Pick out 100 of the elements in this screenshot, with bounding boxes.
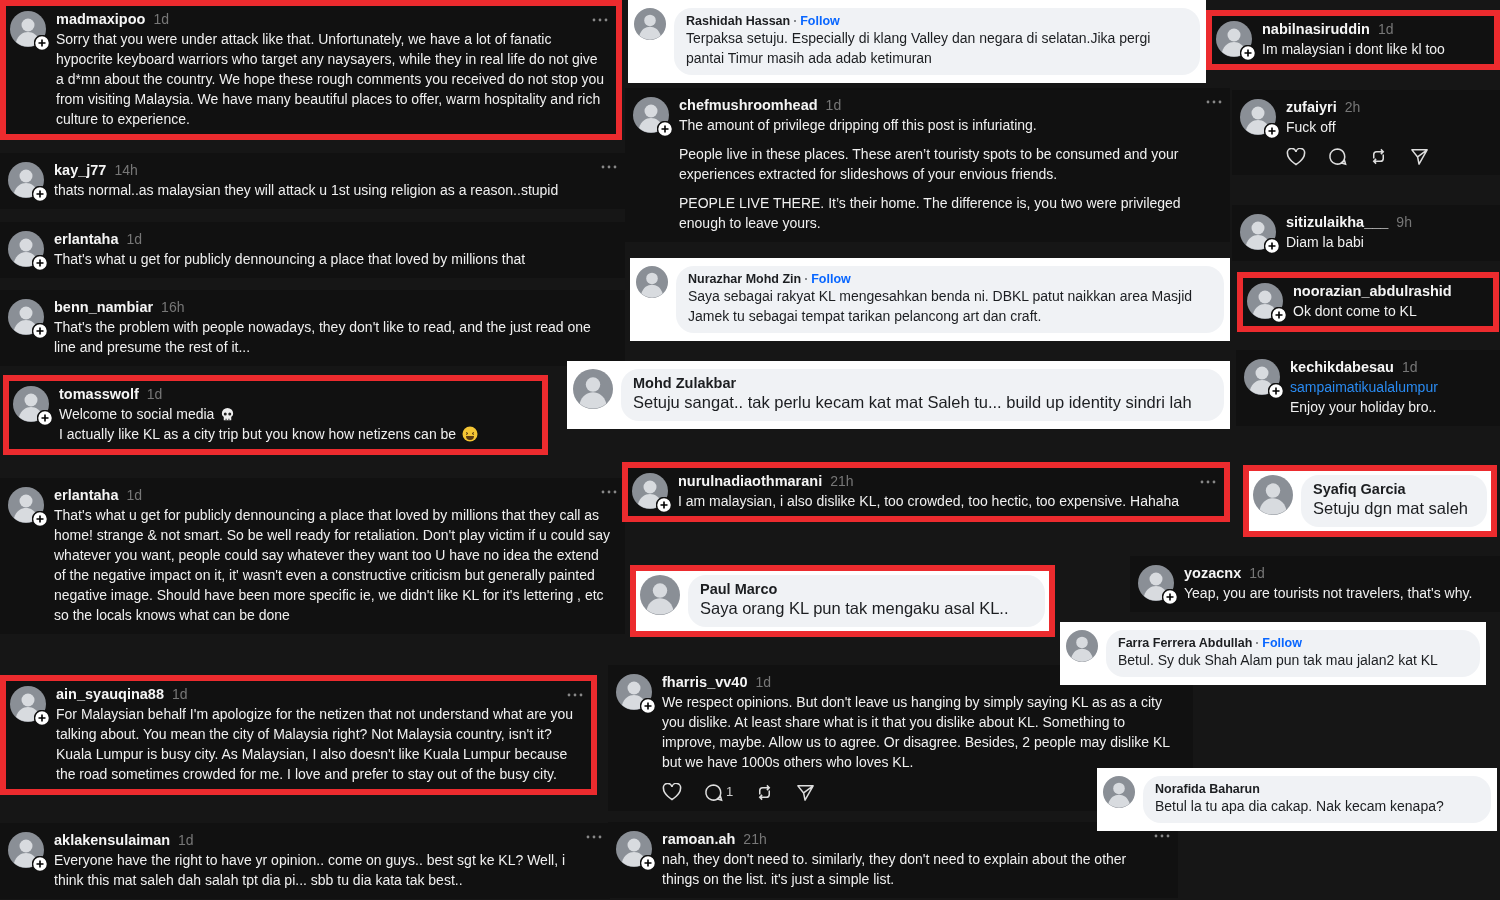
plus-icon[interactable] <box>32 856 48 872</box>
follow-link[interactable]: Follow <box>800 14 840 28</box>
username[interactable]: zufaiyri <box>1286 97 1337 117</box>
username[interactable]: aklakensulaiman <box>54 830 171 850</box>
more-options-icon[interactable] <box>1200 480 1216 484</box>
comment-text: The amount of privilege dripping off this post is infuriating. <box>679 116 1038 135</box>
username[interactable]: fharris_vv40 <box>662 672 748 692</box>
plus-icon[interactable] <box>1240 45 1256 61</box>
avatar-icon <box>633 97 669 133</box>
avatar-icon <box>1240 214 1276 250</box>
plus-icon[interactable] <box>1268 383 1284 399</box>
reply-count: 1 <box>726 783 734 801</box>
more-options-icon[interactable] <box>601 490 617 494</box>
avatar-icon <box>632 473 668 509</box>
comment-text: Betul. Sy duk Shah Alam pun tak mau jalan2 kat KL <box>1118 651 1439 670</box>
reply-icon[interactable] <box>704 782 723 802</box>
username[interactable]: tomasswolf <box>59 384 139 404</box>
timestamp: 1d <box>825 96 842 115</box>
avatar-icon <box>1247 283 1283 319</box>
plus-icon[interactable] <box>1264 238 1280 254</box>
author-name[interactable]: Norafida Baharun <box>1155 782 1260 796</box>
avatar-icon <box>8 832 44 868</box>
plus-icon[interactable] <box>1264 123 1280 139</box>
author-name[interactable]: Mohd Zulakbar <box>633 375 737 391</box>
comment-text: Saya sebagai rakyat KL mengesahkan benda ni. DBKL patut naikkan area Masjid Jamek tu sebagai tempat tarikan pelancong art dan craft. <box>688 287 1194 326</box>
avatar-icon <box>1240 99 1276 135</box>
avatar-icon <box>616 831 652 867</box>
avatar-icon <box>640 575 680 615</box>
username[interactable]: kechikdabesau <box>1290 357 1394 377</box>
username[interactable]: chefmushroomhead <box>679 95 818 115</box>
username[interactable]: nurulnadiaothmarani <box>678 471 823 491</box>
avatar-icon <box>10 686 46 722</box>
plus-icon[interactable] <box>32 511 48 527</box>
comment-text: Yeap, you are tourists not travelers, that's why. <box>1184 584 1474 603</box>
more-options-icon[interactable] <box>1154 834 1170 838</box>
avatar-icon <box>1216 21 1252 57</box>
plus-icon[interactable] <box>657 121 673 137</box>
comment-text: We respect opinions. But don't leave us hanging by simply saying KL as as a city you dislike. At least share what is it that you dislike about KL. Something to improve, maybe. Allow us to agree. Or disagree. Besides, 2 people may dislike KL but we have 1000s others who loves KL. <box>662 693 1171 772</box>
author-name[interactable]: Rashidah Hassan <box>686 14 791 28</box>
plus-icon[interactable] <box>656 497 672 513</box>
plus-icon[interactable] <box>34 35 50 51</box>
heart-icon[interactable] <box>662 783 682 801</box>
timestamp: 1d <box>755 673 772 692</box>
timestamp: 1d <box>126 230 143 249</box>
heart-icon[interactable] <box>1286 147 1306 166</box>
username[interactable]: erlantaha <box>54 229 119 249</box>
avatar-icon <box>616 674 652 710</box>
username[interactable]: nabilnasiruddin <box>1262 19 1370 39</box>
username[interactable]: benn_nambiar <box>54 297 154 317</box>
author-name[interactable]: Farra Ferrera Abdullah <box>1118 636 1253 650</box>
comment-text: Diam la babi <box>1286 233 1365 252</box>
author-name[interactable]: Nurazhar Mohd Zin <box>688 272 802 286</box>
comment-text: I actually like KL as a city trip but you know how netizens can be <box>59 425 457 444</box>
follow-link[interactable]: Follow <box>1262 636 1302 650</box>
timestamp: 1d <box>178 831 194 850</box>
avatar-icon <box>636 266 668 298</box>
share-icon[interactable] <box>796 782 816 802</box>
comment-text: Fuck off <box>1286 118 1337 137</box>
plus-icon[interactable] <box>32 323 48 339</box>
comment-text: Everyone have the right to have yr opinion.. come on guys.. best sgt ke KL? Well, i think this mat saleh dah salah tpt dia pi... sbb tu dia kata tak best.. <box>54 851 567 890</box>
username[interactable]: sitizulaikha___ <box>1286 212 1389 232</box>
plus-icon[interactable] <box>37 410 53 426</box>
username[interactable]: ramoan.ah <box>662 829 736 849</box>
timestamp: 9h <box>1396 213 1412 232</box>
username[interactable]: erlantaha <box>54 485 119 505</box>
plus-icon[interactable] <box>34 710 50 726</box>
plus-icon[interactable] <box>32 255 48 271</box>
username[interactable]: ain_syauqina88 <box>56 684 164 704</box>
avatar-icon <box>1066 630 1098 662</box>
author-name[interactable]: Syafiq Garcia <box>1313 481 1406 497</box>
username[interactable]: noorazian_abdulrashid <box>1293 281 1452 301</box>
avatar-icon <box>634 8 666 40</box>
comment-text: Enjoy your holiday bro.. <box>1290 398 1438 417</box>
more-options-icon[interactable] <box>592 18 608 22</box>
plus-icon[interactable] <box>1162 589 1178 605</box>
username[interactable]: yozacnx <box>1184 563 1242 583</box>
plus-icon[interactable] <box>1271 307 1287 323</box>
reply-icon[interactable] <box>1328 147 1347 166</box>
more-options-icon[interactable] <box>601 165 617 169</box>
mention-link[interactable]: sampaimatikualalumpur <box>1290 377 1486 397</box>
comment-text: Im malaysian i dont like kl too <box>1262 40 1446 59</box>
comment-text: I am malaysian, i also dislike KL, too crowded, too hectic, too expensive. Hahaha <box>678 492 1181 511</box>
plus-icon[interactable] <box>32 186 48 202</box>
follow-link[interactable]: Follow <box>811 272 851 286</box>
skull-icon <box>220 406 236 422</box>
more-options-icon[interactable] <box>586 835 602 839</box>
comment-text: Welcome to social media <box>59 405 215 424</box>
more-options-icon[interactable] <box>1206 100 1222 104</box>
author-name[interactable]: Paul Marco <box>700 581 778 597</box>
avatar-icon <box>8 162 44 198</box>
timestamp: 1d <box>153 10 169 29</box>
plus-icon[interactable] <box>640 855 656 871</box>
comment-text: Ok dont come to KL <box>1293 302 1418 321</box>
more-options-icon[interactable] <box>567 693 583 697</box>
username[interactable]: kay_j77 <box>54 160 107 180</box>
comment-text: Setuju sangat.. tak perlu kecam kat mat Saleh tu... build up identity sindri lah <box>633 392 1193 413</box>
username[interactable]: madmaxipoo <box>56 9 146 29</box>
share-icon[interactable] <box>1410 147 1429 166</box>
avatar-icon <box>1253 475 1293 515</box>
plus-icon[interactable] <box>640 698 656 714</box>
